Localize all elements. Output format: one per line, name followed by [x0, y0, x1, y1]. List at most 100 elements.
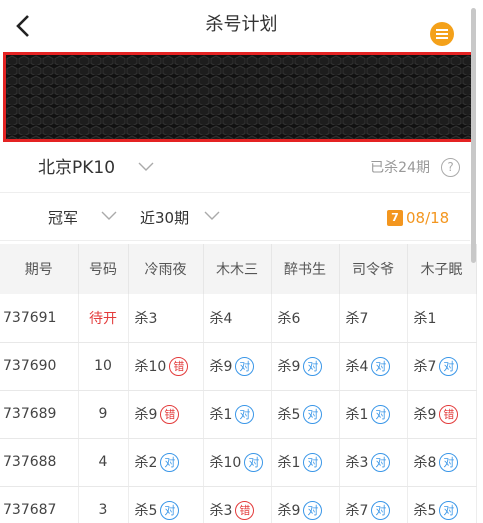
calendar-icon[interactable]: 7 — [387, 210, 403, 226]
date-label[interactable]: 08/18 — [406, 195, 449, 241]
kill-label: 杀5 — [413, 502, 437, 519]
kill-cell: 杀10 错 — [128, 342, 204, 391]
kill-cell: 杀7 — [339, 294, 408, 343]
kill-cell: 杀5 对 — [407, 486, 477, 523]
kill-label: 杀9 — [134, 406, 158, 423]
kill-label: 杀1 — [277, 454, 301, 471]
killed-count: 已杀24期 — [370, 160, 430, 176]
draw-code-cell: 9 — [78, 390, 129, 439]
issue-cell: 737689 — [0, 390, 79, 439]
kill-cell: 杀9 错 — [128, 390, 204, 439]
kill-cell: 杀1 对 — [271, 438, 340, 487]
kill-label: 杀10 — [209, 454, 242, 471]
kill-label: 杀9 — [277, 502, 301, 519]
correct-badge: 对 — [303, 453, 323, 473]
table-row: 737688 4 杀2 对杀10 对杀1 对杀3 对杀8 对 — [0, 438, 477, 487]
kill-cell: 杀1 对 — [339, 390, 408, 439]
correct-badge: 对 — [235, 405, 255, 425]
correct-badge: 对 — [439, 357, 459, 377]
kill-label: 杀9 — [277, 358, 301, 375]
kill-label: 杀7 — [345, 310, 369, 327]
kill-cell: 杀3 — [128, 294, 204, 343]
kill-plan-table: 期号 号码 冷雨夜 木木三 醉书生 司令爷 木子眠 737691 待开 杀3 杀4 杀6… — [0, 244, 477, 523]
column-header[interactable]: 冷雨夜 — [128, 244, 204, 294]
wrong-badge: 错 — [169, 357, 189, 377]
kill-cell: 杀9 对 — [271, 342, 340, 391]
kill-label: 杀1 — [209, 406, 233, 423]
draw-code-cell: 4 — [78, 438, 129, 487]
wrong-badge: 错 — [160, 405, 180, 425]
kill-label: 杀4 — [345, 358, 369, 375]
correct-badge: 对 — [371, 501, 391, 521]
hexagon-pattern — [6, 55, 473, 139]
chevron-down-icon[interactable] — [101, 210, 117, 222]
table-row: 737691 待开 杀3 杀4 杀6 杀7 杀1 — [0, 294, 477, 343]
kill-cell: 杀9 错 — [407, 390, 477, 439]
position-filter[interactable]: 冠军 — [48, 195, 78, 241]
list-menu-icon[interactable] — [430, 22, 454, 46]
correct-badge: 对 — [439, 453, 459, 473]
kill-cell: 杀10 对 — [203, 438, 272, 487]
kill-cell: 杀4 对 — [339, 342, 408, 391]
range-filter[interactable]: 近30期 — [140, 195, 189, 241]
issue-cell: 737688 — [0, 438, 79, 487]
kill-cell: 杀5 对 — [271, 390, 340, 439]
kill-label: 杀9 — [413, 406, 437, 423]
lottery-selector-row: 北京PK10 已杀24期 ? — [0, 143, 470, 193]
kill-cell: 杀5 对 — [128, 486, 204, 523]
help-icon[interactable]: ? — [441, 158, 460, 177]
correct-badge: 对 — [371, 405, 391, 425]
kill-label: 杀9 — [209, 358, 233, 375]
correct-badge: 对 — [371, 357, 391, 377]
kill-label: 杀8 — [413, 454, 437, 471]
column-header: 号码 — [78, 244, 129, 294]
correct-badge: 对 — [303, 501, 323, 521]
lottery-name[interactable]: 北京PK10 — [38, 143, 115, 193]
issue-cell: 737690 — [0, 342, 79, 391]
column-header: 期号 — [0, 244, 79, 294]
correct-badge: 对 — [439, 501, 459, 521]
table-header-row: 期号 号码 冷雨夜 木木三 醉书生 司令爷 木子眠 — [0, 244, 477, 294]
wrong-badge: 错 — [235, 501, 255, 521]
correct-badge: 对 — [303, 357, 323, 377]
kill-label: 杀6 — [277, 310, 301, 327]
correct-badge: 对 — [371, 453, 391, 473]
kill-cell: 杀1 — [407, 294, 477, 343]
correct-badge: 对 — [235, 357, 255, 377]
kill-cell: 杀4 — [203, 294, 272, 343]
kill-cell: 杀7 对 — [339, 486, 408, 523]
banner-image[interactable] — [3, 52, 476, 142]
kill-label: 杀1 — [413, 310, 437, 327]
scrollbar[interactable] — [471, 8, 476, 263]
kill-label: 杀7 — [413, 358, 437, 375]
wrong-badge: 错 — [439, 405, 459, 425]
draw-code-cell: 3 — [78, 486, 129, 523]
kill-label: 杀5 — [277, 406, 301, 423]
table-row: 737687 3 杀5 对杀3 错杀9 对杀7 对杀5 对 — [0, 486, 477, 523]
kill-label: 杀1 — [345, 406, 369, 423]
kill-label: 杀3 — [345, 454, 369, 471]
kill-cell: 杀9 对 — [203, 342, 272, 391]
kill-label: 杀3 — [134, 310, 158, 327]
column-header[interactable]: 醉书生 — [271, 244, 340, 294]
column-header[interactable]: 木木三 — [203, 244, 272, 294]
kill-cell: 杀3 对 — [339, 438, 408, 487]
column-header[interactable]: 木子眠 — [407, 244, 477, 294]
chevron-down-icon[interactable] — [204, 210, 220, 222]
correct-badge: 对 — [303, 405, 323, 425]
kill-label: 杀5 — [134, 502, 158, 519]
kill-cell: 杀9 对 — [271, 486, 340, 523]
column-header[interactable]: 司令爷 — [339, 244, 408, 294]
chevron-down-icon[interactable] — [138, 161, 154, 173]
issue-cell: 737687 — [0, 486, 79, 523]
kill-cell: 杀7 对 — [407, 342, 477, 391]
page-title: 杀号计划 — [205, 14, 278, 35]
kill-label: 杀2 — [134, 454, 158, 471]
top-nav-bar: 杀号计划 — [0, 0, 483, 50]
filter-row: 冠军 近30期 7 08/18 — [0, 195, 470, 241]
correct-badge: 对 — [160, 501, 180, 521]
kill-cell: 杀8 对 — [407, 438, 477, 487]
draw-code-cell: 待开 — [78, 294, 129, 343]
issue-cell: 737691 — [0, 294, 79, 343]
kill-label: 杀3 — [209, 502, 233, 519]
